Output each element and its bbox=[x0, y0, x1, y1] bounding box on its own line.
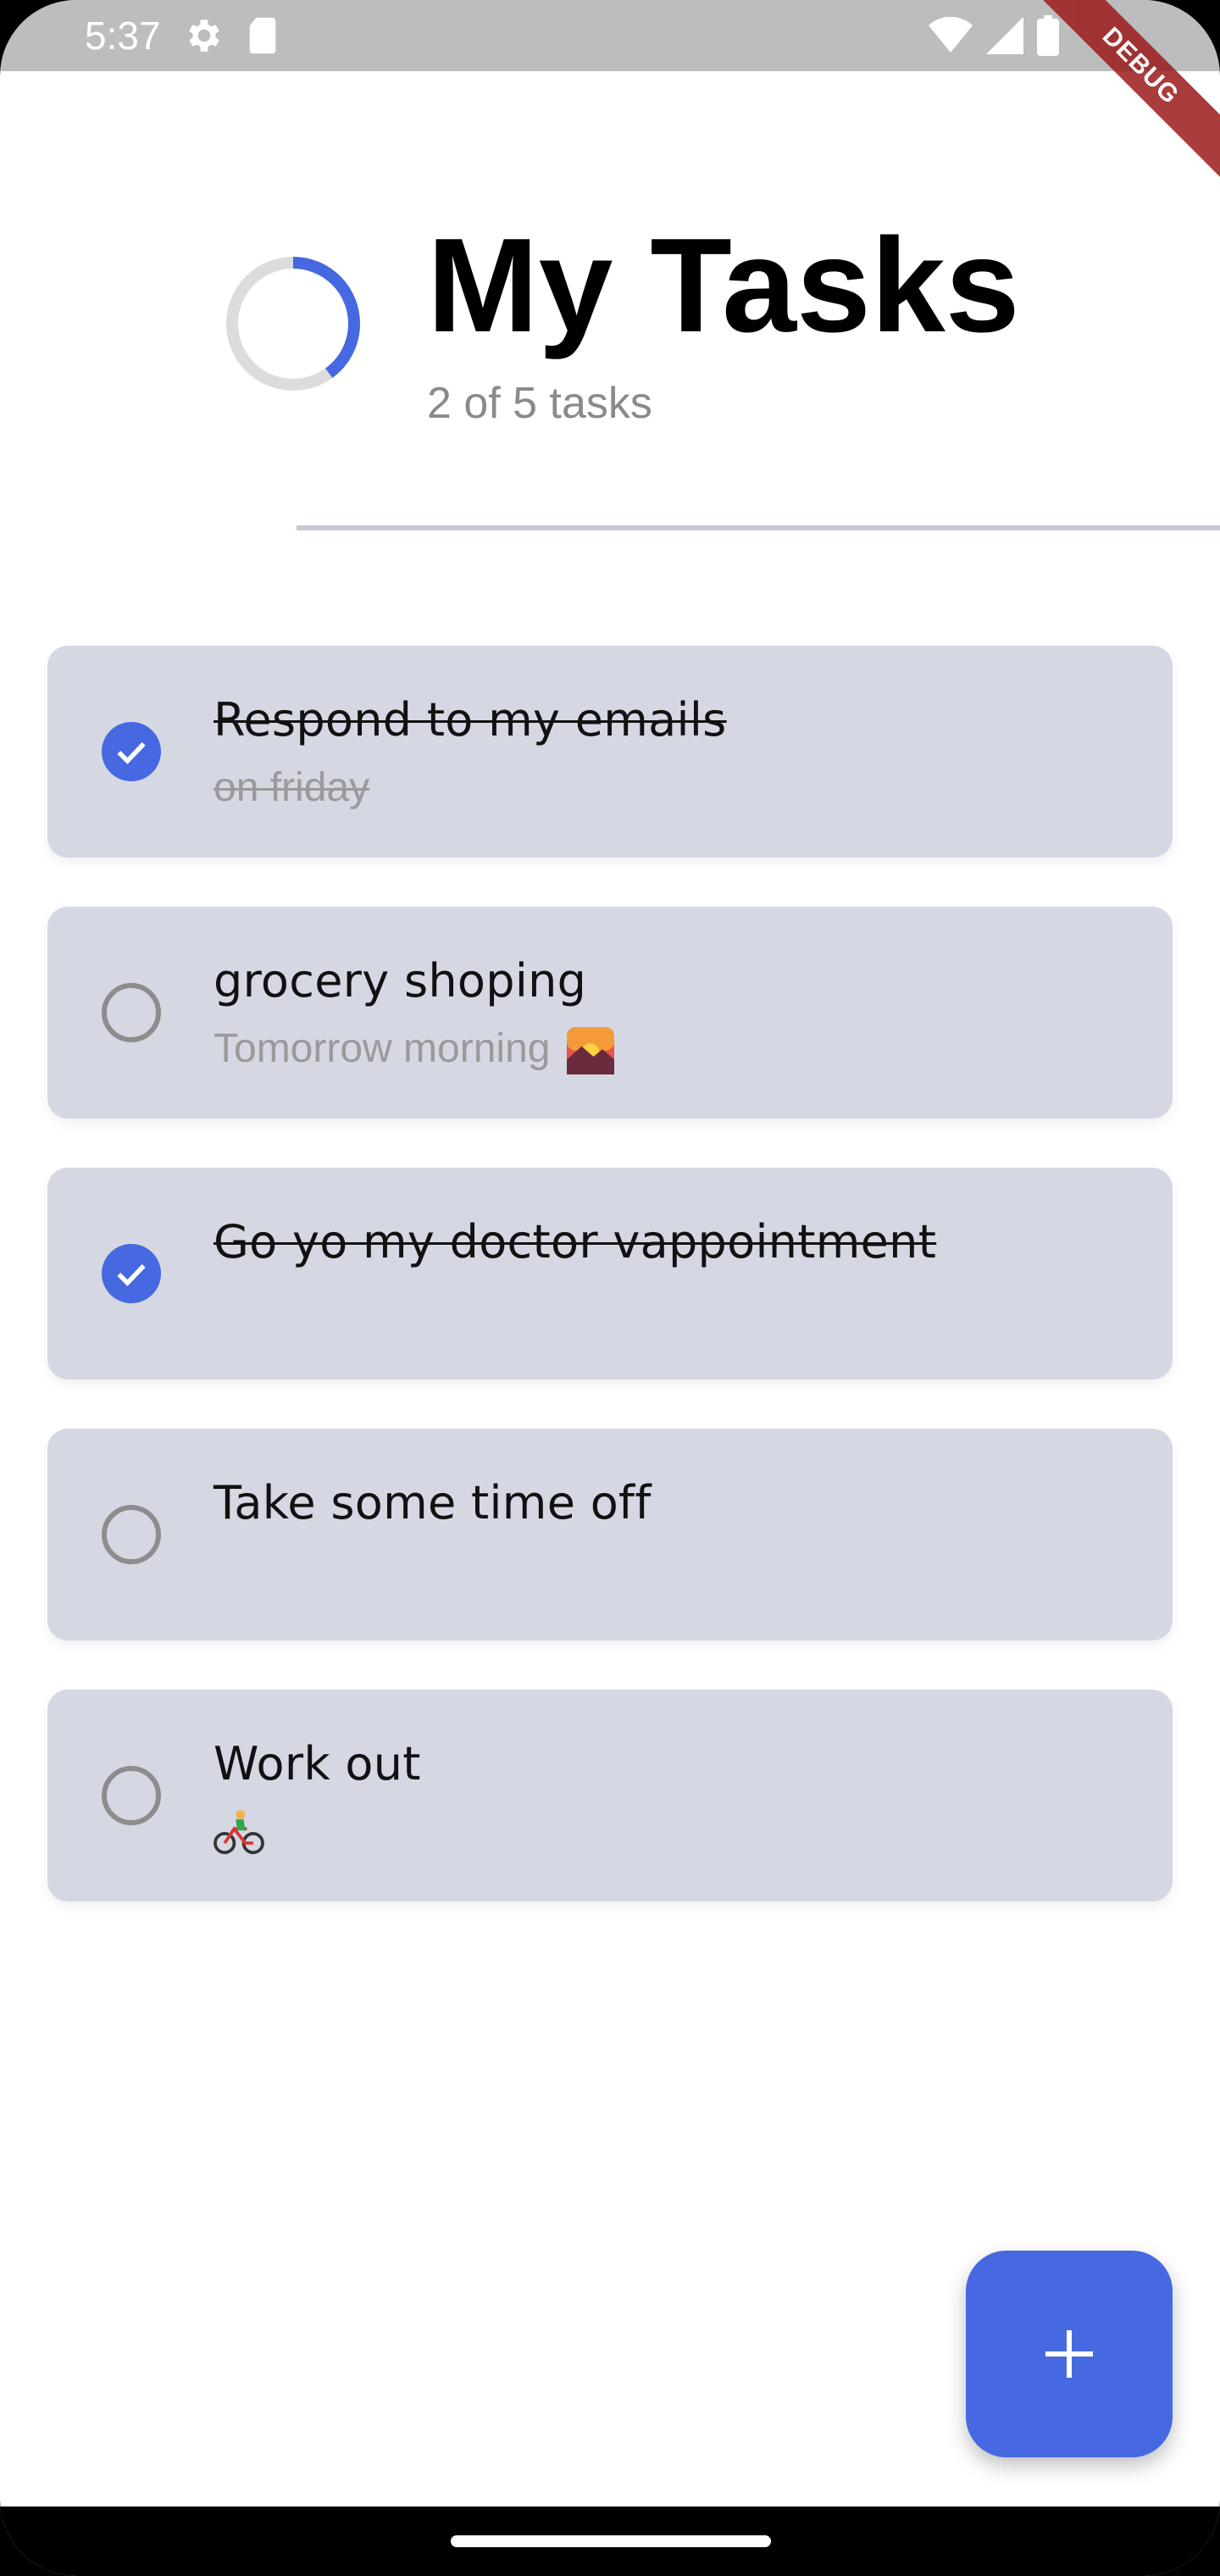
status-icons-right bbox=[929, 15, 1059, 56]
gear-icon bbox=[188, 19, 219, 52]
add-task-button[interactable] bbox=[966, 2251, 1173, 2457]
task-checkbox[interactable] bbox=[102, 722, 161, 781]
task-note-row: Tomorrow morning bbox=[214, 1025, 614, 1075]
task-checkbox[interactable] bbox=[102, 983, 161, 1042]
task-checkbox[interactable] bbox=[102, 1505, 161, 1564]
task-item[interactable]: Work out bbox=[47, 1690, 1173, 1901]
biking-emoji-icon bbox=[214, 1809, 264, 1855]
progress-ring bbox=[226, 257, 360, 391]
task-list: Respond to my emails on friday grocery s… bbox=[47, 646, 1173, 1951]
task-checkbox[interactable] bbox=[102, 1766, 161, 1825]
status-icons-left bbox=[183, 14, 280, 57]
task-item[interactable]: Go yo my doctor vappointment bbox=[47, 1168, 1173, 1380]
task-item[interactable]: Respond to my emails on friday bbox=[47, 646, 1173, 858]
app-screen: 5:37 DEBUG My Tasks 2 of 5 tasks Respond… bbox=[0, 0, 1220, 2576]
wifi-icon bbox=[929, 17, 973, 53]
task-title: Go yo my doctor vappointment bbox=[214, 1215, 937, 1269]
plus-icon bbox=[1045, 2330, 1093, 2378]
task-checkbox[interactable] bbox=[102, 1244, 161, 1303]
signal-icon bbox=[986, 17, 1023, 54]
home-indicator[interactable] bbox=[451, 2535, 771, 2547]
task-item[interactable]: grocery shoping Tomorrow morning bbox=[47, 907, 1173, 1119]
task-note: on friday bbox=[214, 765, 370, 810]
sd-card-icon bbox=[249, 17, 275, 54]
task-title: Respond to my emails bbox=[214, 693, 727, 747]
battery-icon bbox=[1037, 15, 1059, 56]
check-icon bbox=[117, 741, 146, 764]
task-note: Tomorrow morning bbox=[214, 1026, 551, 1071]
header-divider bbox=[297, 525, 1220, 530]
task-count: 2 of 5 tasks bbox=[427, 379, 652, 428]
task-title: grocery shoping bbox=[214, 954, 587, 1008]
task-title: Take some time off bbox=[214, 1476, 652, 1530]
task-item[interactable]: Take some time off bbox=[47, 1429, 1173, 1641]
page-title: My Tasks bbox=[427, 211, 1020, 360]
status-time: 5:37 bbox=[85, 14, 161, 58]
sunrise-emoji-icon bbox=[566, 1027, 614, 1075]
status-bar: 5:37 bbox=[0, 0, 1220, 71]
task-title: Work out bbox=[214, 1737, 421, 1790]
check-icon bbox=[117, 1263, 146, 1286]
task-note-row bbox=[214, 1808, 264, 1866]
